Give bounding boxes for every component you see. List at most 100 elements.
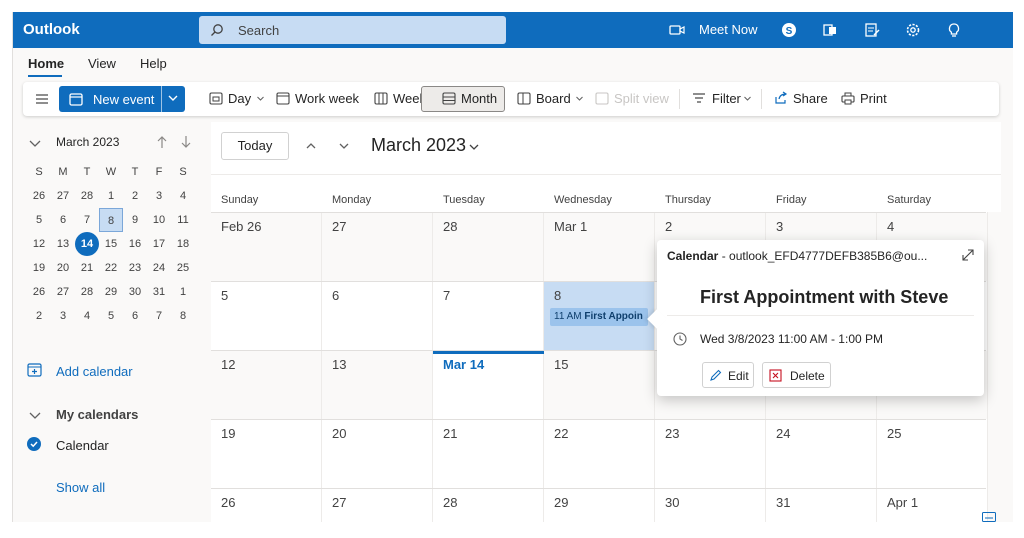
- arrow-down-icon[interactable]: [180, 135, 192, 149]
- mini-calendar-day[interactable]: 2: [27, 304, 51, 328]
- day-view-button[interactable]: Day: [228, 91, 251, 106]
- video-camera-icon[interactable]: [669, 22, 685, 38]
- mini-calendar-day[interactable]: 24: [147, 256, 171, 280]
- expand-icon[interactable]: [962, 249, 974, 261]
- chevron-down-icon[interactable]: [29, 138, 41, 150]
- mini-calendar-day[interactable]: 1: [99, 184, 123, 208]
- mini-calendar-day[interactable]: 8: [171, 304, 195, 328]
- day-cell[interactable]: Feb 26: [211, 213, 322, 281]
- day-cell[interactable]: 31: [766, 489, 877, 522]
- keyboard-icon[interactable]: [982, 512, 996, 522]
- mini-calendar-day[interactable]: 9: [123, 208, 147, 232]
- tab-view[interactable]: View: [88, 56, 116, 71]
- day-cell[interactable]: 13: [322, 351, 433, 419]
- mini-calendar-day[interactable]: 3: [51, 304, 75, 328]
- day-cell[interactable]: 26: [211, 489, 322, 522]
- print-button[interactable]: Print: [860, 91, 887, 106]
- mini-calendar-day[interactable]: 20: [51, 256, 75, 280]
- day-cell[interactable]: 6: [322, 282, 433, 350]
- day-cell[interactable]: 20: [322, 420, 433, 488]
- mini-calendar-day[interactable]: 4: [171, 184, 195, 208]
- hamburger-menu-icon[interactable]: [35, 92, 49, 106]
- day-cell[interactable]: 5: [211, 282, 322, 350]
- work-week-view-button[interactable]: Work week: [295, 91, 359, 106]
- mini-calendar-day[interactable]: 15: [99, 232, 123, 256]
- chevron-down-icon[interactable]: [575, 94, 584, 103]
- today-button[interactable]: Today: [221, 132, 289, 160]
- day-cell[interactable]: Mar 14: [433, 351, 544, 419]
- mini-calendar-day[interactable]: 22: [99, 256, 123, 280]
- lightbulb-icon[interactable]: [946, 22, 962, 38]
- mini-calendar-day[interactable]: 10: [147, 208, 171, 232]
- day-cell[interactable]: 28: [433, 213, 544, 281]
- day-cell[interactable]: Apr 1: [877, 489, 988, 522]
- mini-calendar-day[interactable]: 26: [27, 280, 51, 304]
- share-button[interactable]: Share: [793, 91, 828, 106]
- mini-calendar-day[interactable]: 23: [123, 256, 147, 280]
- mini-calendar-day[interactable]: 27: [51, 184, 75, 208]
- mini-calendar-day[interactable]: 3: [147, 184, 171, 208]
- calendar-checked-icon[interactable]: [27, 437, 41, 451]
- filter-button[interactable]: Filter: [712, 91, 741, 106]
- day-cell[interactable]: 29: [544, 489, 655, 522]
- show-all-link[interactable]: Show all: [56, 480, 105, 495]
- mini-calendar-day[interactable]: 7: [75, 208, 99, 232]
- app-title[interactable]: Outlook: [23, 21, 80, 38]
- mini-calendar-day[interactable]: 27: [51, 280, 75, 304]
- mini-calendar-day[interactable]: 6: [51, 208, 75, 232]
- my-calendars-header[interactable]: My calendars: [56, 407, 138, 422]
- edit-button[interactable]: Edit: [702, 362, 754, 388]
- mini-calendar-day[interactable]: 6: [123, 304, 147, 328]
- office-app-icon[interactable]: [822, 22, 838, 38]
- notes-icon[interactable]: [864, 22, 880, 38]
- day-cell[interactable]: 25: [877, 420, 988, 488]
- day-cell[interactable]: 8 11 AM First Appoin: [544, 282, 655, 350]
- scrollbar[interactable]: [987, 212, 1001, 522]
- mini-calendar-day[interactable]: 5: [99, 304, 123, 328]
- meet-now-button[interactable]: Meet Now: [699, 22, 758, 37]
- day-cell[interactable]: 24: [766, 420, 877, 488]
- mini-calendar-day[interactable]: 5: [27, 208, 51, 232]
- mini-calendar-day[interactable]: 11: [171, 208, 195, 232]
- day-cell[interactable]: Mar 1: [544, 213, 655, 281]
- mini-calendar-today[interactable]: 14: [75, 232, 99, 256]
- calendar-event[interactable]: 11 AM First Appoin: [550, 308, 648, 326]
- day-cell[interactable]: 12: [211, 351, 322, 419]
- chevron-down-icon[interactable]: [468, 141, 480, 153]
- settings-gear-icon[interactable]: [905, 22, 921, 38]
- day-cell[interactable]: 23: [655, 420, 766, 488]
- mini-calendar-day[interactable]: 19: [27, 256, 51, 280]
- tab-help[interactable]: Help: [140, 56, 167, 71]
- mini-calendar-day[interactable]: 8: [99, 208, 123, 232]
- tab-home[interactable]: Home: [28, 56, 64, 71]
- search-box[interactable]: Search: [199, 16, 506, 44]
- mini-calendar-day[interactable]: 18: [171, 232, 195, 256]
- new-event-button[interactable]: New event: [59, 86, 185, 112]
- mini-calendar-day[interactable]: 28: [75, 280, 99, 304]
- mini-calendar-day[interactable]: 4: [75, 304, 99, 328]
- month-title[interactable]: March 2023: [371, 135, 466, 156]
- mini-calendar-day[interactable]: 2: [123, 184, 147, 208]
- day-cell[interactable]: 19: [211, 420, 322, 488]
- mini-calendar-day[interactable]: 31: [147, 280, 171, 304]
- mini-calendar-day[interactable]: 26: [27, 184, 51, 208]
- arrow-up-icon[interactable]: [156, 135, 168, 149]
- mini-calendar-day[interactable]: 29: [99, 280, 123, 304]
- mini-calendar-day[interactable]: 30: [123, 280, 147, 304]
- mini-calendar-title[interactable]: March 2023: [56, 135, 119, 149]
- chevron-down-icon[interactable]: [256, 94, 265, 103]
- day-cell[interactable]: 22: [544, 420, 655, 488]
- day-cell[interactable]: 30: [655, 489, 766, 522]
- chevron-down-icon[interactable]: [167, 92, 179, 104]
- mini-calendar-day[interactable]: 1: [171, 280, 195, 304]
- mini-calendar-day[interactable]: 25: [171, 256, 195, 280]
- mini-calendar-day[interactable]: 7: [147, 304, 171, 328]
- mini-calendar-day[interactable]: 16: [123, 232, 147, 256]
- add-calendar-link[interactable]: Add calendar: [56, 364, 133, 379]
- calendar-list-item[interactable]: Calendar: [56, 438, 109, 453]
- mini-calendar-day[interactable]: 21: [75, 256, 99, 280]
- delete-button[interactable]: Delete: [762, 362, 831, 388]
- skype-icon[interactable]: S: [781, 22, 797, 38]
- mini-calendar-day[interactable]: 13: [51, 232, 75, 256]
- chevron-down-icon[interactable]: [29, 410, 41, 422]
